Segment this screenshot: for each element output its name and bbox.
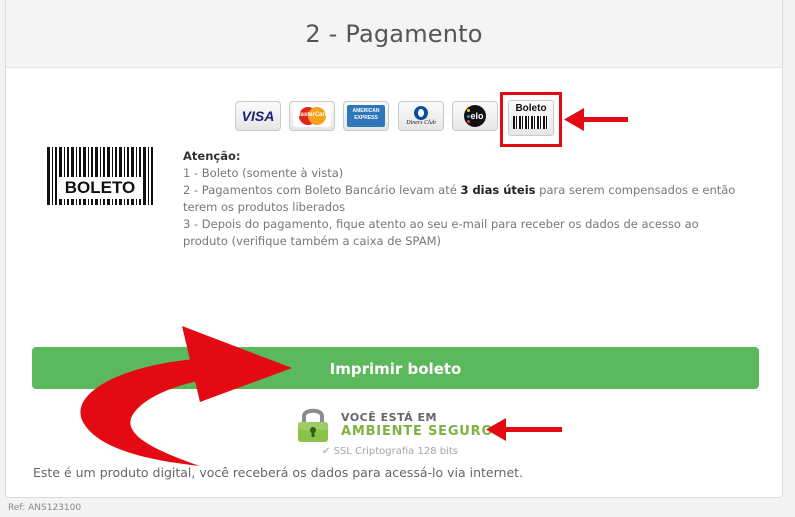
page-title: 2 - Pagamento [305, 20, 483, 48]
amex-icon: AMERICAN EXPRESS [347, 105, 385, 127]
elo-card[interactable]: elo [452, 101, 498, 131]
info-title: Atenção: [183, 149, 241, 163]
arrow-left-icon [564, 108, 628, 131]
boleto-barcode-image: BOLETO [47, 147, 153, 205]
padlock-icon [298, 408, 328, 442]
attention-info: Atenção: 1 - Boleto (somente à vista) 2 … [183, 148, 743, 250]
secure-line-1: VOCÊ ESTÁ EM [341, 411, 437, 424]
ssl-info: ✔ SSL Criptografia 128 bits [322, 446, 458, 457]
mastercard-card[interactable]: MasterCard [289, 101, 335, 131]
check-icon: ✔ [322, 446, 331, 457]
amex-card[interactable]: AMERICAN EXPRESS [343, 101, 389, 131]
visa-icon: VISA [241, 108, 275, 124]
diners-card[interactable]: Diners Club [398, 101, 444, 131]
panel-header: 2 - Pagamento [6, 0, 782, 68]
arrow-left-icon [486, 418, 562, 441]
visa-card[interactable]: VISA [235, 101, 281, 131]
boleto-card[interactable]: Boleto [508, 100, 554, 136]
boleto-icon: Boleto [515, 103, 547, 114]
secure-line-2: AMBIENTE SEGURO [341, 424, 494, 439]
info-line-1: 1 - Boleto (somente à vista) [183, 166, 344, 180]
reference-code: Ref: ANS123100 [8, 503, 82, 513]
mastercard-icon: MasterCard [293, 105, 331, 127]
info-line-3: 3 - Depois do pagamento, fique atento ao… [183, 217, 699, 248]
info-line-2: 2 - Pagamentos com Boleto Bancário levam… [183, 183, 736, 214]
digital-product-note: Este é um produto digital, você receberá… [33, 465, 524, 480]
curved-arrow-icon [80, 326, 292, 466]
elo-icon: elo [464, 105, 486, 127]
barcode-label: BOLETO [59, 177, 141, 199]
barcode-icon [513, 116, 549, 129]
boleto-highlight-box: Boleto [500, 92, 562, 147]
diners-icon: Diners Club [406, 106, 436, 126]
